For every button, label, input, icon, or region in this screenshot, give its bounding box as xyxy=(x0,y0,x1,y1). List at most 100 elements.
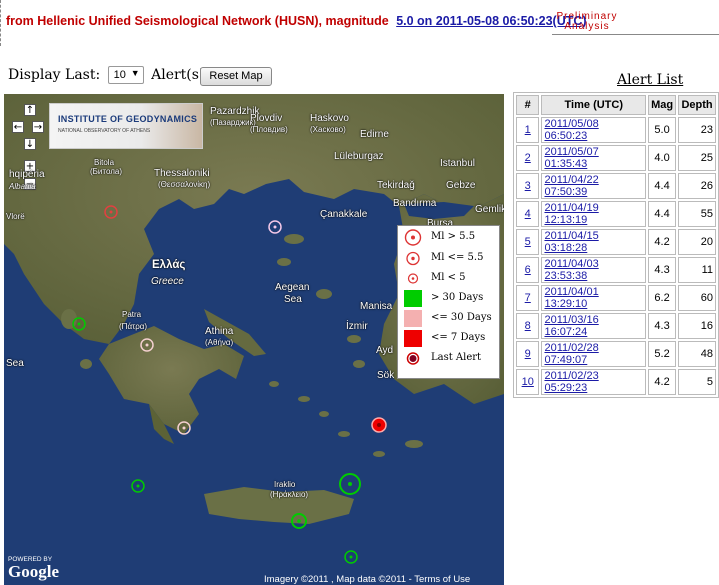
alert-time-link[interactable]: 2011/05/07 01:35:43 xyxy=(544,146,598,170)
magnitude-large-icon xyxy=(404,229,422,246)
alert-number-link[interactable]: 5 xyxy=(525,236,531,248)
legend-row-old: > 30 Days xyxy=(398,289,499,308)
alert-mag: 4.3 xyxy=(648,313,677,339)
alert-time-link[interactable]: 2011/03/16 16:07:24 xyxy=(544,314,598,338)
swatch-month-events xyxy=(404,310,422,327)
legend-label-ml-large: Ml > 5.5 xyxy=(431,231,476,242)
alert-depth: 20 xyxy=(678,229,716,255)
swatch-old-events xyxy=(404,290,422,307)
header-left-border xyxy=(0,0,3,46)
magnitude-medium-icon xyxy=(406,251,420,266)
alert-number-link[interactable]: 10 xyxy=(522,376,534,388)
column-header-depth: Depth xyxy=(678,95,716,115)
header-divider xyxy=(552,34,719,35)
alert-time-link[interactable]: 2011/02/23 05:29:23 xyxy=(544,370,598,394)
alert-depth: 25 xyxy=(678,145,716,171)
table-row: 4 2011/04/19 12:13:19 4.4 55 xyxy=(516,201,716,227)
reset-map-button[interactable]: Reset Map xyxy=(200,67,272,86)
table-row: 1 2011/05/08 06:50:23 5.0 23 xyxy=(516,117,716,143)
table-row: 6 2011/04/03 23:53:38 4.3 11 xyxy=(516,257,716,283)
alert-count-select[interactable]: 10 ▼ xyxy=(107,66,144,84)
legend-row-last-alert: Last Alert xyxy=(398,349,499,368)
google-wordmark: Google xyxy=(8,562,59,581)
magnitude-small-icon xyxy=(407,273,419,284)
alert-mag: 4.0 xyxy=(648,145,677,171)
alert-time-link[interactable]: 2011/04/01 13:29:10 xyxy=(544,286,598,310)
event-marker-pink-4[interactable] xyxy=(177,421,191,435)
event-marker-pink-3[interactable] xyxy=(140,338,154,352)
last-alert-icon xyxy=(406,352,420,365)
chevron-down-icon: ▼ xyxy=(130,68,140,78)
alert-mag: 4.3 xyxy=(648,257,677,283)
alert-mag: 4.4 xyxy=(648,201,677,227)
table-row: 9 2011/02/28 07:49:07 5.2 48 xyxy=(516,341,716,367)
event-marker-green-2[interactable] xyxy=(131,479,145,493)
legend-row-month: <= 30 Days xyxy=(398,309,499,328)
alert-time-link[interactable]: 2011/04/03 23:53:38 xyxy=(544,258,598,282)
table-row: 2 2011/05/07 01:35:43 4.0 25 xyxy=(516,145,716,171)
alert-depth: 26 xyxy=(678,173,716,199)
event-marker-green-1[interactable] xyxy=(72,317,86,331)
alert-list-title: Alert List xyxy=(617,72,684,88)
table-row: 5 2011/04/15 03:18:28 4.2 20 xyxy=(516,229,716,255)
legend-label-ml-small: Ml < 5 xyxy=(431,272,466,283)
event-marker-green-3[interactable] xyxy=(339,473,361,495)
alert-time-link[interactable]: 2011/04/15 03:18:28 xyxy=(544,230,598,254)
map-legend: Ml > 5.5 Ml <= 5.5 Ml < 5 > 30 Days <= 3… xyxy=(397,225,500,379)
table-header-row: # Time (UTC) Mag Depth xyxy=(516,95,716,115)
alert-mag: 5.2 xyxy=(648,341,677,367)
alert-number-link[interactable]: 8 xyxy=(525,320,531,332)
legend-label-month: <= 30 Days xyxy=(431,312,492,323)
event-marker-last-alert[interactable] xyxy=(371,417,387,433)
alert-number-link[interactable]: 3 xyxy=(525,180,531,192)
alert-mag: 4.2 xyxy=(648,369,677,395)
alert-number-link[interactable]: 1 xyxy=(525,124,531,136)
alert-depth: 16 xyxy=(678,313,716,339)
alert-mag: 4.2 xyxy=(648,229,677,255)
alert-depth: 23 xyxy=(678,117,716,143)
alert-number-link[interactable]: 2 xyxy=(525,152,531,164)
display-last-label: Display Last: xyxy=(8,67,101,83)
alert-count-value: 10 xyxy=(113,69,126,81)
table-row: 10 2011/02/23 05:29:23 4.2 5 xyxy=(516,369,716,395)
legend-row-ml-medium: Ml <= 5.5 xyxy=(398,249,499,268)
alert-time-link[interactable]: 2011/02/28 07:49:07 xyxy=(544,342,598,366)
swatch-week-events xyxy=(404,330,422,347)
alert-depth: 48 xyxy=(678,341,716,367)
alert-time-link[interactable]: 2011/04/19 12:13:19 xyxy=(544,202,598,226)
alert-number-link[interactable]: 6 xyxy=(525,264,531,276)
alert-time-link[interactable]: 2011/05/08 06:50:23 xyxy=(544,118,598,142)
event-marker-pink-1[interactable] xyxy=(104,205,118,219)
alert-mag: 5.0 xyxy=(648,117,677,143)
alert-depth: 60 xyxy=(678,285,716,311)
column-header-number: # xyxy=(516,95,540,115)
event-marker-green-4[interactable] xyxy=(291,513,307,529)
legend-label-week: <= 7 Days xyxy=(431,332,486,343)
event-marker-green-5[interactable] xyxy=(344,550,358,564)
legend-row-week: <= 7 Days xyxy=(398,329,499,348)
alert-number-link[interactable]: 4 xyxy=(525,208,531,220)
page-header: from Hellenic Unified Seismological Netw… xyxy=(0,0,719,46)
legend-row-ml-large: Ml > 5.5 xyxy=(398,228,499,247)
legend-label-last-alert: Last Alert xyxy=(431,352,482,363)
alert-number-link[interactable]: 9 xyxy=(525,348,531,360)
preliminary-line-2: Analysis xyxy=(564,21,610,32)
legend-label-ml-medium: Ml <= 5.5 xyxy=(431,252,484,263)
alert-depth: 5 xyxy=(678,369,716,395)
table-row: 3 2011/04/22 07:50:39 4.4 26 xyxy=(516,173,716,199)
display-controls: Display Last: 10 ▼ Alert(s) xyxy=(8,66,204,84)
alert-list-table: # Time (UTC) Mag Depth 1 2011/05/08 06:5… xyxy=(513,92,719,398)
table-row: 7 2011/04/01 13:29:10 6.2 60 xyxy=(516,285,716,311)
map-copyright[interactable]: Imagery ©2011 , Map data ©2011 - Terms o… xyxy=(264,574,470,585)
alert-depth: 55 xyxy=(678,201,716,227)
alert-time-link[interactable]: 2011/04/22 07:50:39 xyxy=(544,174,598,198)
preliminary-analysis-label: Preliminary Analysis xyxy=(552,12,622,32)
alert-mag: 6.2 xyxy=(648,285,677,311)
alert-depth: 11 xyxy=(678,257,716,283)
legend-label-old: > 30 Days xyxy=(431,292,484,303)
alert-number-link[interactable]: 7 xyxy=(525,292,531,304)
alert-mag: 4.4 xyxy=(648,173,677,199)
google-logo[interactable]: POWERED BY Google xyxy=(8,556,59,580)
earthquake-map[interactable]: INSTITUTE OF GEODYNAMICS NATIONAL OBSERV… xyxy=(4,94,504,585)
event-marker-pink-2[interactable] xyxy=(268,220,282,234)
